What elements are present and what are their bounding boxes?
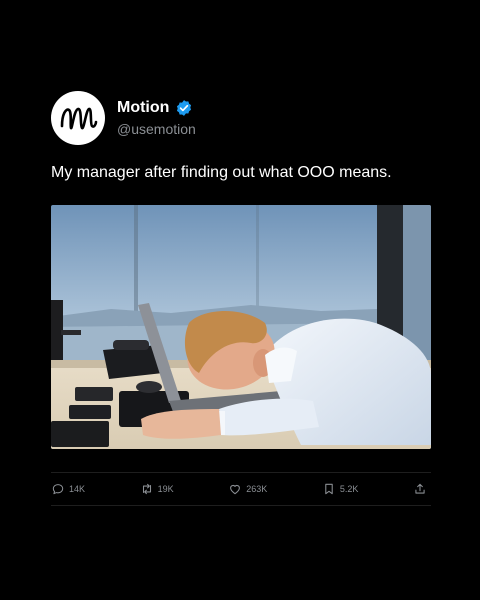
bookmark-icon [325,483,333,495]
bookmark-button[interactable]: 5.2K [322,482,359,496]
author-name[interactable]: Motion [117,99,169,117]
tweet-text: My manager after finding out what OOO me… [51,164,392,181]
author-handle[interactable]: @usemotion [117,121,196,137]
verified-badge-icon [177,100,192,116]
retweet-count: 19K [157,484,174,494]
tweet-actions: 14K 19K 263K 5.2K [51,472,431,506]
retweet-button[interactable]: 19K [140,482,174,496]
bookmark-count: 5.2K [339,484,359,494]
reply-icon [52,484,64,495]
heart-icon [230,484,241,495]
share-button[interactable] [413,482,431,496]
tweet-header: Motion @usemotion [51,90,431,146]
like-count: 263K [246,484,268,494]
tweet-photo[interactable] [51,205,431,449]
author-name-row: Motion [117,99,196,117]
like-button[interactable]: 263K [228,482,267,496]
avatar[interactable] [51,91,105,145]
author-info: Motion @usemotion [117,99,196,137]
tweet-card: Motion @usemotion My manager after findi… [51,90,431,449]
reply-count: 14K [69,484,86,494]
share-icon [415,483,425,494]
motion-logo-icon [60,107,98,130]
reply-button[interactable]: 14K [51,482,85,496]
retweet-icon [142,483,151,495]
